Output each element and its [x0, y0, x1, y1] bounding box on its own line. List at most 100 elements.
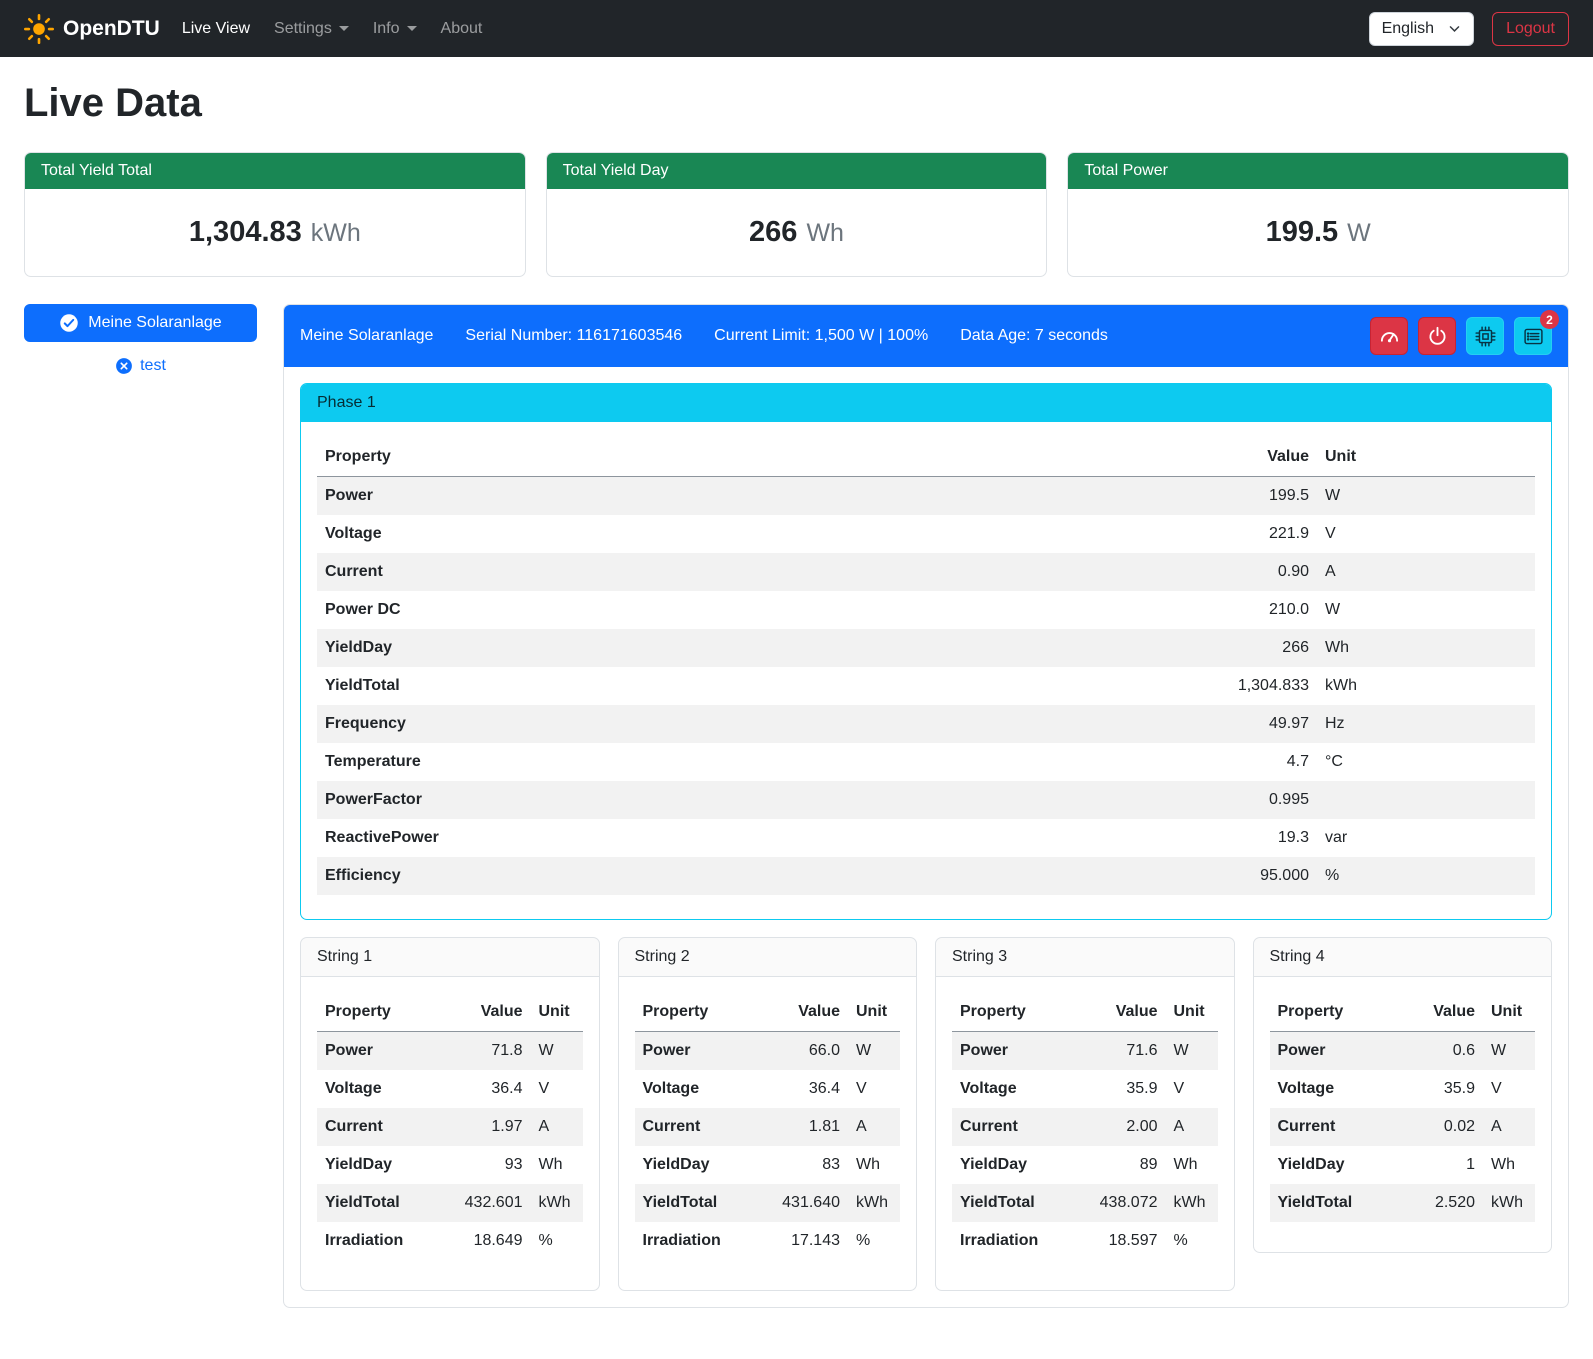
card-title: Total Yield Day — [547, 153, 1047, 189]
value-cell: 0.6 — [1399, 1032, 1483, 1071]
table-row: Current2.00A — [952, 1108, 1218, 1146]
string-title: String 3 — [936, 938, 1234, 977]
table-row: YieldDay93Wh — [317, 1146, 583, 1184]
value-cell: 19.3 — [1177, 819, 1317, 857]
string-title: String 1 — [301, 938, 599, 977]
inverter-panel: Meine Solaranlage Serial Number: 1161716… — [283, 304, 1569, 1308]
property-cell: Power DC — [317, 591, 1177, 629]
property-cell: Voltage — [1270, 1070, 1400, 1108]
string-table: Property Value Unit Power0.6WVoltage35.9… — [1270, 993, 1536, 1222]
column-value: Value — [1082, 993, 1166, 1032]
table-row: PowerFactor0.995 — [317, 781, 1535, 819]
property-cell: Power — [635, 1032, 765, 1071]
value-cell: 35.9 — [1082, 1070, 1166, 1108]
property-cell: Voltage — [635, 1070, 765, 1108]
property-cell: YieldDay — [317, 1146, 447, 1184]
value-cell: 0.02 — [1399, 1108, 1483, 1146]
logout-button[interactable]: Logout — [1492, 12, 1569, 46]
column-unit: Unit — [1166, 993, 1218, 1032]
device-info-button[interactable] — [1466, 317, 1504, 355]
unit-cell: W — [531, 1032, 583, 1071]
unit-cell: A — [1483, 1108, 1535, 1146]
inverter-data-age: Data Age: 7 seconds — [960, 327, 1108, 345]
table-header-row: Property Value Unit — [1270, 993, 1536, 1032]
unit-cell: kWh — [848, 1184, 900, 1222]
brand[interactable]: OpenDTU — [24, 14, 160, 44]
nav-item-live-view[interactable]: Live View — [170, 12, 262, 46]
table-row: Voltage35.9V — [952, 1070, 1218, 1108]
nav-item-settings[interactable]: Settings — [262, 12, 361, 46]
inverter-name: Meine Solaranlage — [300, 327, 433, 345]
property-cell: Temperature — [317, 743, 1177, 781]
string-table: Property Value Unit Power71.6WVoltage35.… — [952, 993, 1218, 1260]
inverter-panel-header: Meine Solaranlage Serial Number: 1161716… — [284, 305, 1568, 367]
property-cell: Current — [1270, 1108, 1400, 1146]
table-row: ReactivePower19.3var — [317, 819, 1535, 857]
language-select[interactable]: English — [1369, 12, 1474, 46]
unit-cell: W — [1317, 477, 1535, 516]
table-row: Voltage35.9V — [1270, 1070, 1536, 1108]
property-cell: Power — [317, 1032, 447, 1071]
unit-cell: W — [1166, 1032, 1218, 1071]
navbar: OpenDTU Live View Settings Info About En… — [0, 0, 1593, 57]
value-cell: 93 — [447, 1146, 531, 1184]
table-row: Irradiation18.597% — [952, 1222, 1218, 1260]
property-cell: PowerFactor — [317, 781, 1177, 819]
table-row: YieldTotal432.601kWh — [317, 1184, 583, 1222]
total-yield-total-card: Total Yield Total 1,304.83kWh — [24, 152, 526, 277]
column-value: Value — [447, 993, 531, 1032]
unit-cell: kWh — [1166, 1184, 1218, 1222]
value-cell: 89 — [1082, 1146, 1166, 1184]
events-button[interactable]: 2 — [1514, 317, 1552, 355]
table-row: Irradiation17.143% — [635, 1222, 901, 1260]
inverter-select-label: Meine Solaranlage — [88, 314, 221, 332]
nav-item-label: Settings — [274, 20, 349, 38]
table-row: Irradiation18.649% — [317, 1222, 583, 1260]
unit-cell: W — [848, 1032, 900, 1071]
phase-title: Phase 1 — [301, 384, 1551, 422]
speedometer-icon — [1379, 326, 1400, 347]
inverter-item-label: test — [140, 357, 166, 375]
string-1-card: String 1 Property Value Unit — [300, 937, 600, 1291]
table-row: Power71.8W — [317, 1032, 583, 1071]
nav-item-info[interactable]: Info — [361, 12, 429, 46]
unit-cell: V — [1483, 1070, 1535, 1108]
page-title: Live Data — [24, 81, 1569, 126]
limit-settings-button[interactable] — [1370, 317, 1408, 355]
cpu-icon — [1475, 326, 1496, 347]
value-cell: 49.97 — [1177, 705, 1317, 743]
inverter-select-button[interactable]: Meine Solaranlage — [24, 304, 257, 342]
table-row: Power199.5W — [317, 477, 1535, 516]
column-unit: Unit — [531, 993, 583, 1032]
value-cell: 18.649 — [447, 1222, 531, 1260]
card-title: Total Power — [1068, 153, 1568, 189]
value-cell: 0.995 — [1177, 781, 1317, 819]
nav-item-about[interactable]: About — [429, 12, 495, 46]
summary-row: Total Yield Total 1,304.83kWh Total Yiel… — [24, 152, 1569, 277]
property-cell: Current — [317, 553, 1177, 591]
value-cell: 438.072 — [1082, 1184, 1166, 1222]
unit-cell: V — [1317, 515, 1535, 553]
value-cell: 1.97 — [447, 1108, 531, 1146]
unit-cell: Wh — [531, 1146, 583, 1184]
property-cell: Irradiation — [317, 1222, 447, 1260]
unit-cell: Wh — [1166, 1146, 1218, 1184]
power-button[interactable] — [1418, 317, 1456, 355]
value-cell: 210.0 — [1177, 591, 1317, 629]
table-row: YieldTotal431.640kWh — [635, 1184, 901, 1222]
inverter-item-test[interactable]: test — [24, 357, 257, 375]
string-title: String 4 — [1254, 938, 1552, 977]
table-row: YieldDay266Wh — [317, 629, 1535, 667]
table-row: YieldDay1Wh — [1270, 1146, 1536, 1184]
card-unit: Wh — [806, 219, 844, 247]
column-property: Property — [317, 438, 1177, 477]
table-header-row: Property Value Unit — [317, 438, 1535, 477]
card-title: Total Yield Total — [25, 153, 525, 189]
string-4-card: String 4 Property Value Unit — [1253, 937, 1553, 1253]
inverter-serial: Serial Number: 116171603546 — [465, 327, 682, 345]
nav-item-label: Info — [373, 20, 417, 38]
value-cell: 432.601 — [447, 1184, 531, 1222]
value-cell: 36.4 — [447, 1070, 531, 1108]
table-row: Voltage221.9V — [317, 515, 1535, 553]
unit-cell: % — [531, 1222, 583, 1260]
